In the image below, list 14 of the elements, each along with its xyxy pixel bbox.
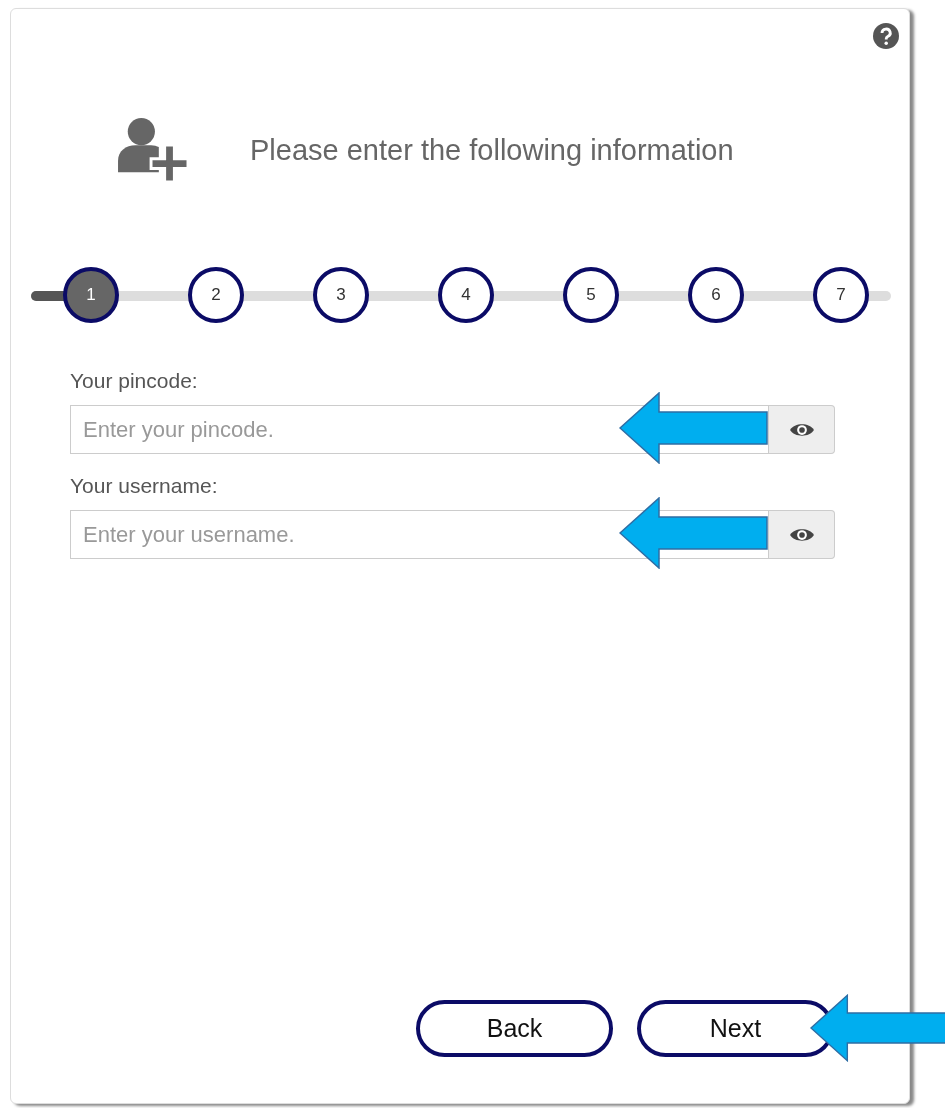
step-circle[interactable]: 4	[438, 267, 494, 323]
step-circle[interactable]: 5	[563, 267, 619, 323]
step-circle[interactable]: 7	[813, 267, 869, 323]
show-button[interactable]	[769, 510, 835, 559]
field-label: Your username:	[70, 474, 219, 498]
show-button[interactable]	[769, 405, 835, 454]
step-circle[interactable]: 2	[188, 267, 244, 323]
step-circle[interactable]: 6	[688, 267, 744, 323]
step-circle[interactable]: 1	[63, 267, 119, 323]
back-button[interactable]: Back	[416, 1000, 613, 1057]
help-icon[interactable]	[873, 23, 899, 49]
step-circle[interactable]: 3	[313, 267, 369, 323]
field-label: Your pincode:	[70, 369, 199, 393]
dialog-title: Please enter the following information	[250, 133, 734, 167]
